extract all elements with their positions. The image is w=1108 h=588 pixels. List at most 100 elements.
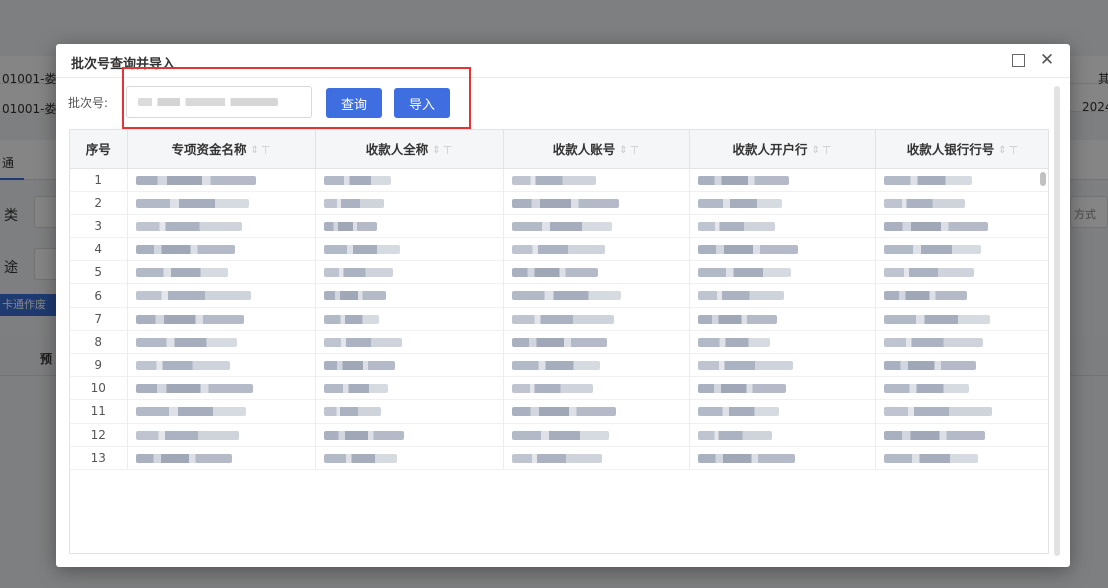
redacted-cell [875,168,1048,192]
redacted-text [697,430,772,440]
redacted-cell [315,399,504,424]
import-button[interactable]: 导入 [394,88,450,118]
redacted-text [883,245,981,255]
redacted-cell [689,283,876,308]
redacted-cell [689,260,876,285]
filter-icon[interactable]: ⊤ [822,144,832,157]
filter-icon[interactable]: ⊤ [261,144,271,157]
filter-icon[interactable]: ⊤ [630,144,640,157]
redacted-cell [127,214,316,239]
redacted-cell [315,168,504,192]
column-header-bank-code[interactable]: 收款人银行行号 ⇕ ⊤ [875,130,1048,169]
redacted-text [511,407,616,417]
table-scrollbar[interactable] [1040,172,1046,552]
filter-icon[interactable]: ⊤ [443,144,453,157]
redacted-text [323,175,391,185]
redacted-cell [875,353,1048,378]
table-row[interactable]: 13 [70,446,1048,470]
row-index: 11 [70,399,128,424]
redacted-cell [315,260,504,285]
redacted-cell [503,214,690,239]
redacted-text [135,291,251,301]
filter-icon[interactable]: ⊤ [1009,144,1019,157]
redacted-cell [503,237,690,262]
dialog-header: 批次号查询并导入 ✕ [56,44,1070,78]
redacted-text [135,198,249,208]
redacted-text [697,384,786,394]
redacted-text [697,453,795,463]
column-header-payee-name[interactable]: 收款人全称 ⇕ ⊤ [315,130,504,169]
redacted-text [323,314,379,324]
table-row[interactable]: 1 [70,168,1048,192]
search-toolbar: 批次号: 查询 导入 [56,78,1070,126]
redacted-text [135,384,253,394]
redacted-cell [875,376,1048,401]
maximize-icon[interactable] [1009,51,1027,69]
redacted-cell [315,283,504,308]
close-icon[interactable]: ✕ [1038,51,1056,69]
redacted-cell [503,399,690,424]
sort-icon[interactable]: ⇕ [619,145,627,156]
redacted-cell [315,214,504,239]
redacted-text [511,361,600,370]
redacted-text [511,175,596,185]
redacted-cell [127,260,316,285]
table-row[interactable]: 8 [70,330,1048,355]
redacted-text [323,453,397,463]
table-row[interactable]: 10 [70,376,1048,401]
table-row[interactable]: 5 [70,260,1048,285]
redacted-text [135,453,232,463]
sort-icon[interactable]: ⇕ [812,145,820,156]
redacted-cell [315,237,504,262]
column-header-fund-name[interactable]: 专项资金名称 ⇕ ⊤ [127,130,316,169]
row-index: 10 [70,376,128,401]
row-index: 12 [70,423,128,447]
dialog-title: 批次号查询并导入 [71,57,176,72]
redacted-text [323,245,400,255]
redacted-text [883,198,965,208]
redacted-text [135,268,228,278]
redacted-text [883,337,983,347]
redacted-cell [127,376,316,401]
dialog-scrollbar[interactable] [1054,86,1060,556]
redacted-text [697,175,789,185]
redacted-cell [127,307,316,331]
redacted-text [697,337,770,347]
redacted-cell [689,353,876,378]
redacted-cell [127,330,316,355]
redacted-cell [689,307,876,331]
table-row[interactable]: 6 [70,283,1048,308]
redacted-text [323,291,386,301]
scrollbar-thumb[interactable] [1040,172,1046,186]
redacted-cell [875,283,1048,308]
redacted-cell [689,446,876,470]
table-row[interactable]: 7 [70,307,1048,331]
table-row[interactable]: 9 [70,353,1048,378]
redacted-text [135,314,244,324]
query-button[interactable]: 查询 [326,88,382,118]
table-row[interactable]: 2 [70,191,1048,215]
redacted-cell [127,423,316,447]
row-index: 4 [70,237,128,262]
column-header-payee-bank[interactable]: 收款人开户行 ⇕ ⊤ [689,130,876,169]
redacted-text [883,361,976,370]
redacted-cell [127,353,316,378]
batch-import-dialog: 批次号查询并导入 ✕ 批次号: 查询 导入 序号 专项资金名称 ⇕ ⊤ 收款人全… [56,44,1070,567]
column-header-index[interactable]: 序号 [70,130,128,169]
row-index: 1 [70,168,128,192]
sort-icon[interactable]: ⇕ [251,145,259,156]
redacted-cell [875,214,1048,239]
sort-icon[interactable]: ⇕ [432,145,440,156]
redacted-text [323,198,384,208]
table-row[interactable]: 3 [70,214,1048,239]
sort-icon[interactable]: ⇕ [998,145,1006,156]
table-row[interactable]: 4 [70,237,1048,262]
redacted-text [697,198,782,208]
column-header-payee-account[interactable]: 收款人账号 ⇕ ⊤ [503,130,690,169]
redacted-text [697,268,791,278]
redacted-text [511,314,614,324]
redacted-text [135,407,246,417]
redacted-text [697,291,784,301]
table-row[interactable]: 11 [70,399,1048,424]
table-row[interactable]: 12 [70,423,1048,447]
